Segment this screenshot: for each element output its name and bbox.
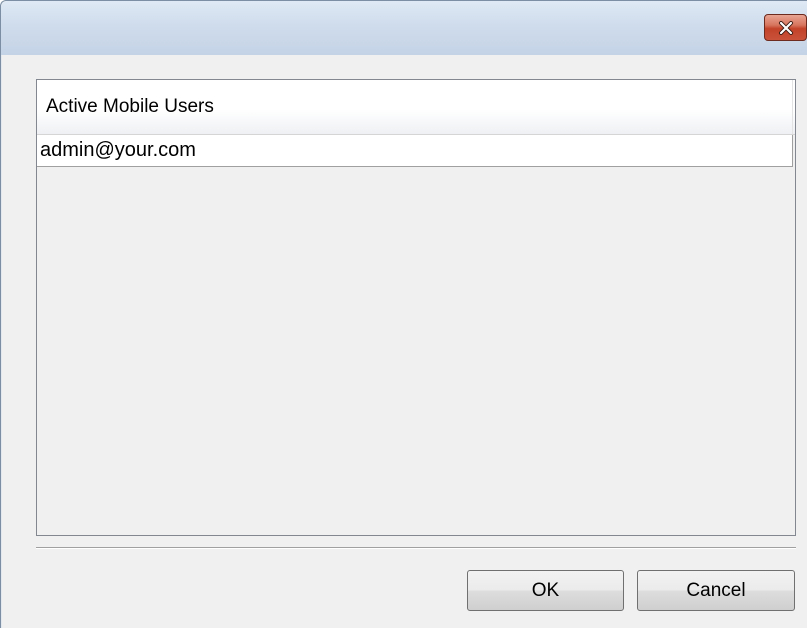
ok-button[interactable]: OK (467, 570, 624, 611)
active-users-table[interactable]: Active Mobile Users admin@your.com (36, 79, 796, 536)
table-body[interactable]: admin@your.com (37, 135, 795, 535)
table-row[interactable]: admin@your.com (37, 135, 793, 167)
user-email-cell[interactable]: admin@your.com (40, 135, 196, 166)
dialog-window: Active Mobile Users admin@your.com OK Ca… (0, 0, 807, 628)
close-button[interactable] (764, 14, 807, 41)
close-icon (778, 20, 794, 35)
table-header: Active Mobile Users (37, 80, 795, 135)
dialog-content: Active Mobile Users admin@your.com OK Ca… (1, 55, 807, 628)
cancel-button[interactable]: Cancel (637, 570, 795, 611)
column-header-active-mobile-users[interactable]: Active Mobile Users (37, 80, 793, 134)
title-bar[interactable] (1, 1, 807, 55)
separator (36, 547, 796, 549)
